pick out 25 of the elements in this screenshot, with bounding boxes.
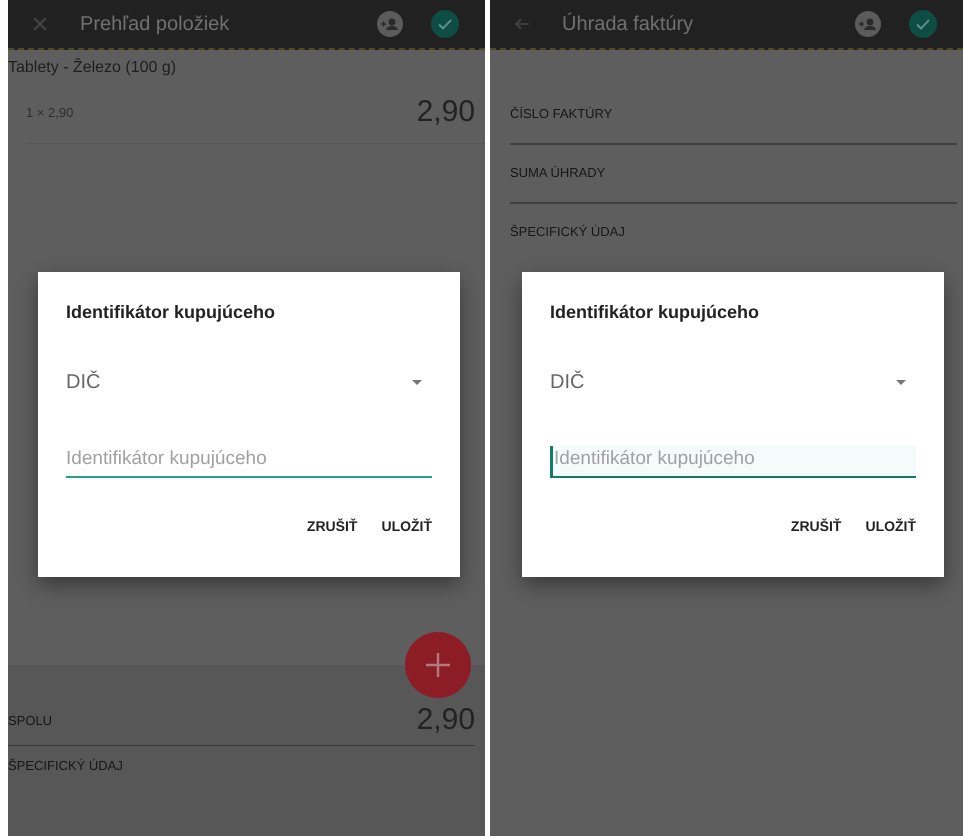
- add-person-icon[interactable]: [855, 11, 881, 37]
- check-icon[interactable]: [431, 10, 459, 38]
- back-arrow-icon[interactable]: [514, 16, 530, 32]
- toolbar-title: Prehľad položiek: [80, 12, 230, 36]
- add-button[interactable]: [405, 632, 471, 698]
- check-icon[interactable]: [909, 10, 937, 38]
- dialog-button[interactable]: ULOŽIŤ: [381, 512, 432, 540]
- dialog-button[interactable]: ULOŽIŤ: [865, 512, 916, 540]
- specific-data-label: ŠPECIFICKÝ ÚDAJ: [8, 758, 124, 773]
- add-person-icon[interactable]: [377, 11, 403, 37]
- item-name: Tablety - Železo (100 g): [8, 57, 178, 77]
- dropdown[interactable]: DIČ: [66, 371, 432, 394]
- total-label: SPOLU: [8, 712, 52, 728]
- dropdown[interactable]: DIČ: [550, 371, 916, 394]
- input-field[interactable]: Identifikátor kupujúceho: [550, 446, 916, 478]
- input-field[interactable]: Identifikátor kupujúceho: [66, 446, 432, 478]
- close-icon[interactable]: [32, 16, 48, 32]
- dialog-button[interactable]: ZRUŠIŤ: [306, 512, 358, 540]
- item-total: 2,90: [416, 95, 475, 129]
- dialog-title: Identifikátor kupujúceho: [550, 302, 760, 323]
- toolbar-title: Úhrada faktúry: [562, 12, 694, 36]
- dialog-button[interactable]: ZRUŠIŤ: [790, 512, 842, 540]
- caret-icon[interactable]: [412, 380, 422, 386]
- dialog-title: Identifikátor kupujúceho: [66, 302, 276, 323]
- caret-icon[interactable]: [896, 380, 906, 386]
